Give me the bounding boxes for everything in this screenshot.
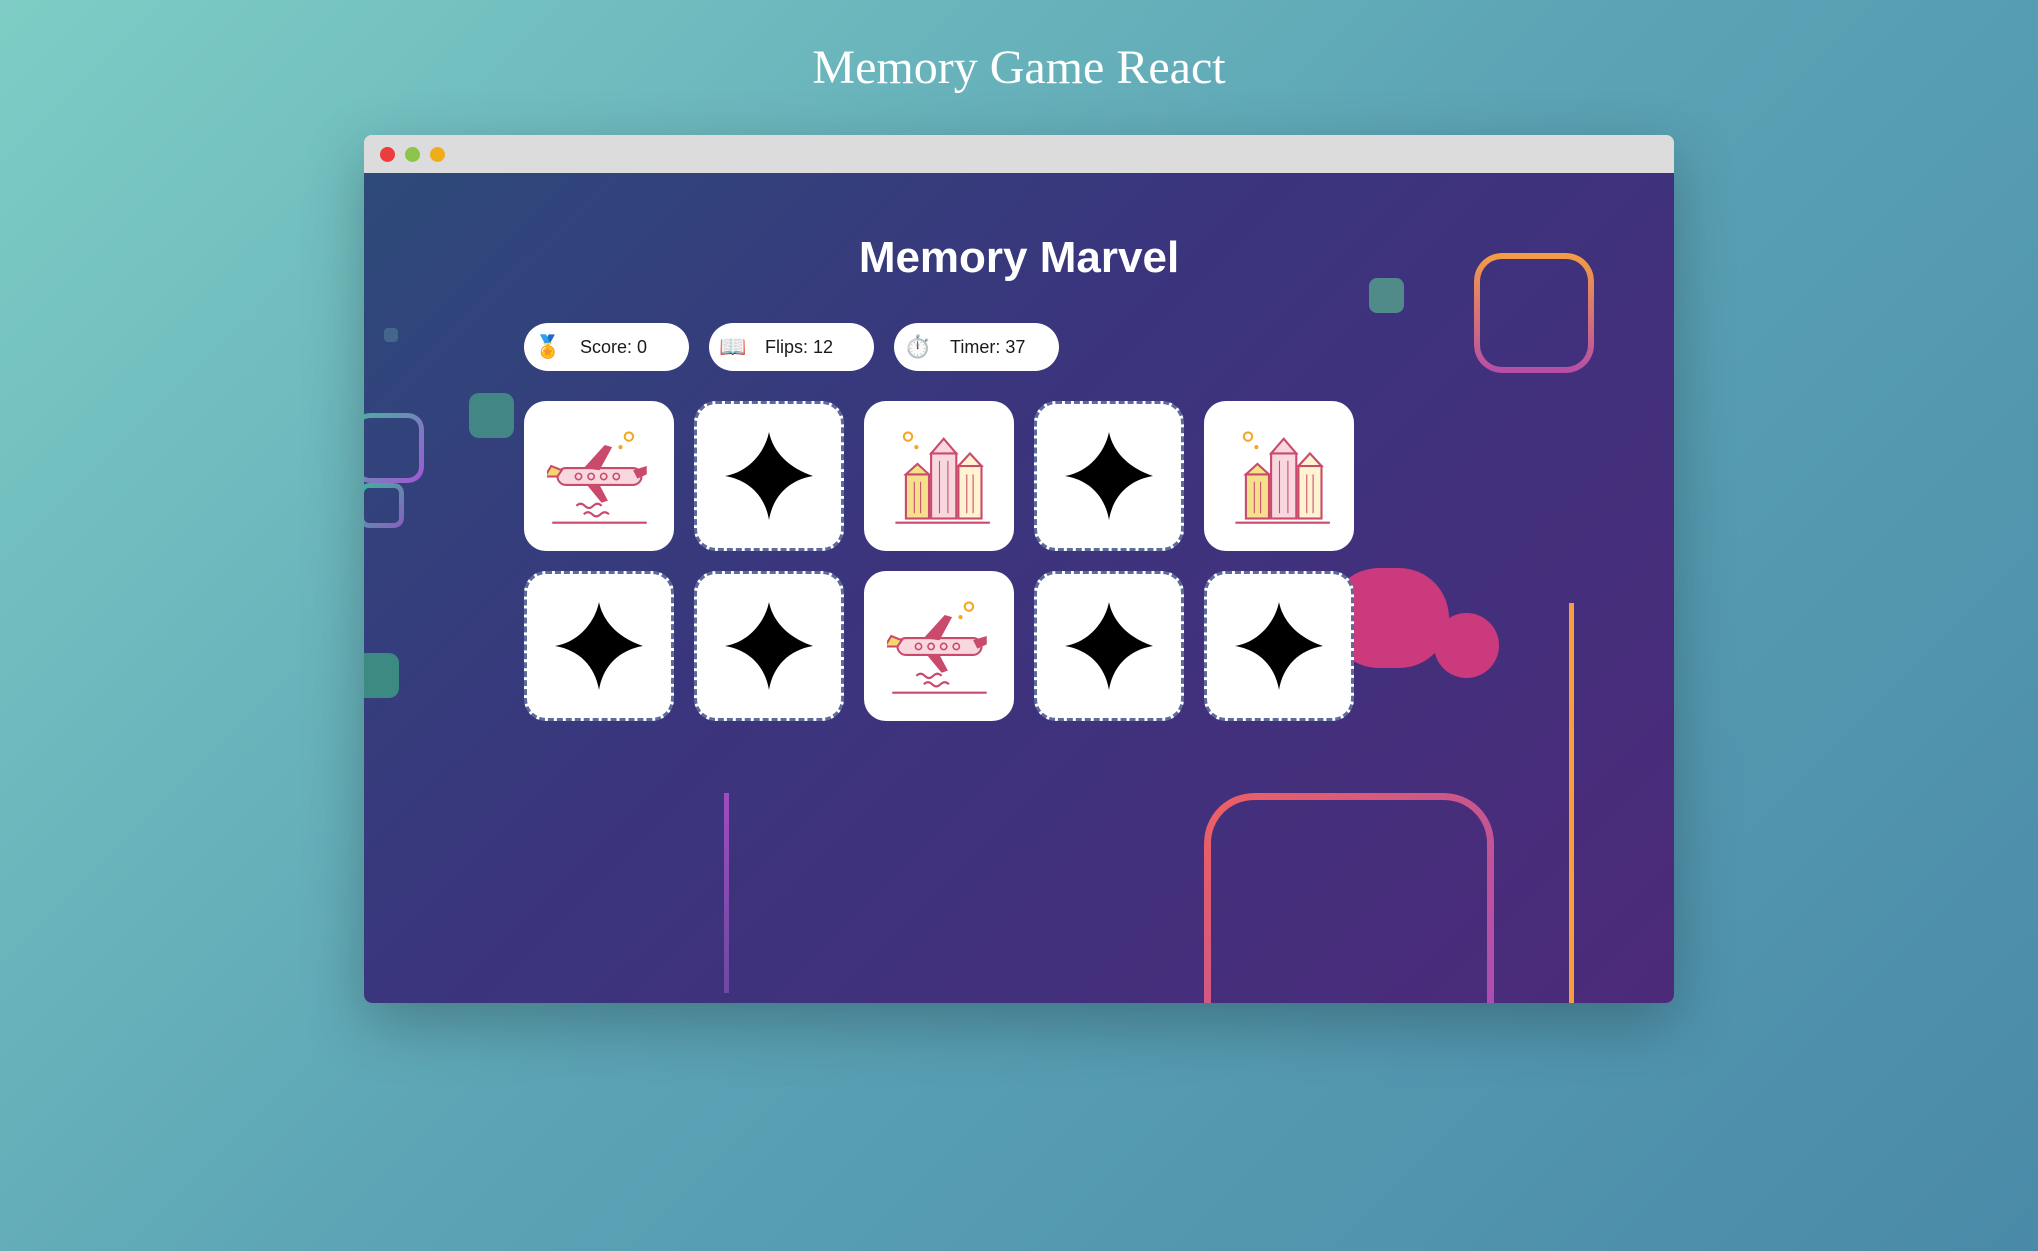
card-back[interactable] [1204, 571, 1354, 721]
book-icon: 📖 [715, 329, 751, 365]
sparkle-icon [555, 602, 643, 690]
card-back[interactable] [1034, 401, 1184, 551]
score-label: Score: 0 [580, 337, 647, 358]
card-back[interactable] [1034, 571, 1184, 721]
medal-icon: 🏅 [530, 329, 566, 365]
card-airplane[interactable] [864, 571, 1014, 721]
card-buildings[interactable] [864, 401, 1014, 551]
titlebar [364, 135, 1674, 173]
decoration [1204, 793, 1494, 1003]
airplane-icon [547, 424, 652, 529]
minimize-icon[interactable] [405, 147, 420, 162]
buildings-icon [1227, 424, 1332, 529]
card-back[interactable] [694, 401, 844, 551]
app-frame: Memory Marvel 🏅 Score: 0 📖 Flips: 12 ⏱️ … [364, 173, 1674, 1003]
flips-label: Flips: 12 [765, 337, 833, 358]
card-airplane[interactable] [524, 401, 674, 551]
maximize-icon[interactable] [430, 147, 445, 162]
timer-stat: ⏱️ Timer: 37 [894, 323, 1059, 371]
score-stat: 🏅 Score: 0 [524, 323, 689, 371]
card-back[interactable] [694, 571, 844, 721]
card-grid [524, 401, 1514, 721]
buildings-icon [887, 424, 992, 529]
sparkle-icon [1235, 602, 1323, 690]
card-buildings[interactable] [1204, 401, 1354, 551]
decoration [724, 793, 729, 993]
sparkle-icon [725, 432, 813, 520]
sparkle-icon [1065, 602, 1153, 690]
close-icon[interactable] [380, 147, 395, 162]
sparkle-icon [725, 602, 813, 690]
card-back[interactable] [524, 571, 674, 721]
page-title: Memory Game React [812, 40, 1225, 95]
stats-bar: 🏅 Score: 0 📖 Flips: 12 ⏱️ Timer: 37 [524, 323, 1514, 371]
stopwatch-icon: ⏱️ [900, 329, 936, 365]
airplane-icon [887, 594, 992, 699]
browser-window: Memory Marvel 🏅 Score: 0 📖 Flips: 12 ⏱️ … [364, 135, 1674, 1003]
game-title: Memory Marvel [524, 233, 1514, 283]
flips-stat: 📖 Flips: 12 [709, 323, 874, 371]
sparkle-icon [1065, 432, 1153, 520]
timer-label: Timer: 37 [950, 337, 1025, 358]
